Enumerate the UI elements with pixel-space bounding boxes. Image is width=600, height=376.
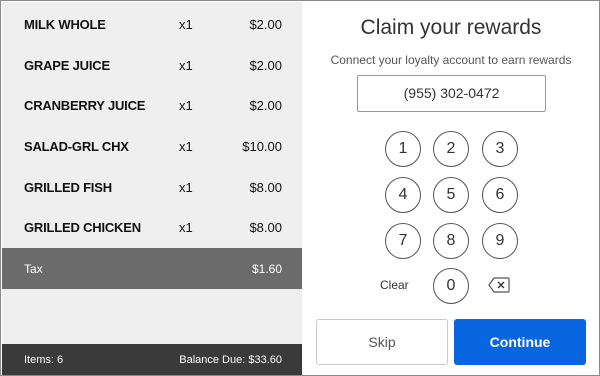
list-item: GRILLED CHICKEN x1 $8.00 (2, 207, 302, 247)
keypad-key-1[interactable]: 1 (385, 131, 421, 167)
list-item: GRILLED FISH x1 $8.00 (2, 167, 302, 207)
order-panel: MILK WHOLE x1 $2.00 GRAPE JUICE x1 $2.00… (2, 2, 302, 375)
items-count: Items: 6 (24, 354, 64, 366)
keypad-key-3[interactable]: 3 (482, 131, 518, 167)
item-price: $8.00 (249, 180, 282, 195)
list-item: MILK WHOLE x1 $2.00 (2, 4, 302, 44)
page-title: Claim your rewards (360, 16, 542, 39)
keypad-key-5[interactable]: 5 (433, 177, 469, 213)
item-price: $8.00 (249, 220, 282, 235)
item-qty: x1 (179, 58, 193, 73)
rewards-panel: Claim your rewards Connect your loyalty … (302, 2, 599, 375)
balance-due: Balance Due: $33.60 (179, 354, 282, 366)
item-name: CRANBERRY JUICE (24, 98, 146, 113)
tax-label: Tax (24, 262, 43, 276)
rewards-subtitle: Connect your loyalty account to earn rew… (330, 53, 572, 67)
item-name: GRILLED CHICKEN (24, 220, 141, 235)
tax-amount: $1.60 (251, 262, 282, 276)
item-name: GRAPE JUICE (24, 58, 110, 73)
item-qty: x1 (179, 220, 193, 235)
item-price: $2.00 (249, 58, 282, 73)
continue-button[interactable]: Continue (454, 319, 586, 365)
order-footer: Items: 6 Balance Due: $33.60 (2, 344, 302, 375)
pos-screen: MILK WHOLE x1 $2.00 GRAPE JUICE x1 $2.00… (0, 0, 600, 376)
list-item: SALAD-GRL CHX x1 $10.00 (2, 126, 302, 166)
item-name: SALAD-GRL CHX (24, 139, 129, 154)
list-item: CRANBERRY JUICE x1 $2.00 (2, 85, 302, 125)
tax-row: Tax $1.60 (2, 248, 302, 289)
keypad-key-6[interactable]: 6 (482, 177, 518, 213)
item-qty: x1 (179, 139, 193, 154)
keypad-key-8[interactable]: 8 (433, 223, 469, 259)
item-qty: x1 (179, 180, 193, 195)
item-price: $10.00 (242, 139, 282, 154)
item-price: $2.00 (249, 17, 282, 32)
keypad-key-4[interactable]: 4 (385, 177, 421, 213)
keypad-key-7[interactable]: 7 (385, 223, 421, 259)
list-item: GRAPE JUICE x1 $2.00 (2, 45, 302, 85)
item-qty: x1 (179, 17, 193, 32)
keypad-key-2[interactable]: 2 (433, 131, 469, 167)
keypad-key-9[interactable]: 9 (482, 223, 518, 259)
item-qty: x1 (179, 98, 193, 113)
item-name: MILK WHOLE (24, 17, 106, 32)
item-name: GRILLED FISH (24, 180, 112, 195)
item-price: $2.00 (249, 98, 282, 113)
skip-button[interactable]: Skip (316, 319, 448, 365)
clear-button[interactable]: Clear (380, 278, 409, 292)
phone-input[interactable]: (955) 302-0472 (357, 75, 546, 112)
keypad-key-0[interactable]: 0 (433, 268, 469, 304)
backspace-icon[interactable] (488, 277, 510, 293)
